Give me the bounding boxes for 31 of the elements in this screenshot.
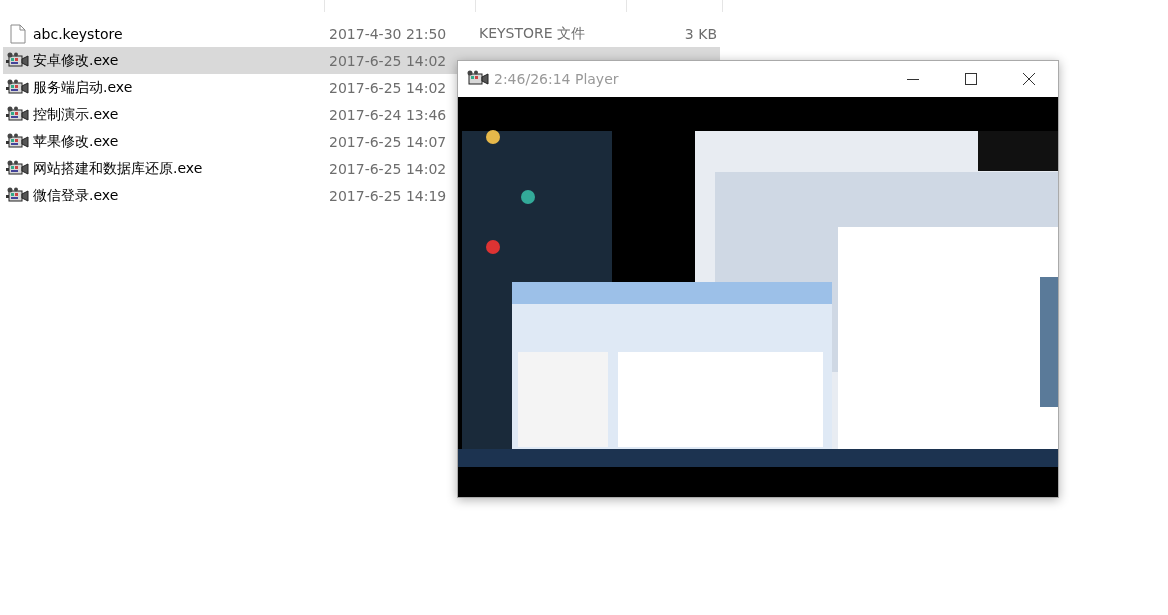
file-date: 2017-6-24 13:46 — [329, 106, 448, 123]
file-date: 2017-6-25 14:07 — [329, 133, 448, 150]
file-name: 安卓修改.exe — [33, 51, 119, 70]
video-camera-icon — [6, 78, 30, 97]
file-date: 2017-6-25 14:02 — [329, 79, 448, 96]
file-size: 3 KB — [683, 25, 717, 42]
file-name: 苹果修改.exe — [33, 132, 119, 151]
video-camera-icon — [6, 159, 30, 178]
video-camera-icon — [6, 51, 30, 70]
maximize-icon — [965, 73, 977, 85]
file-date: 2017-4-30 21:50 — [329, 25, 448, 42]
file-type: KEYSTORE 文件 — [479, 24, 587, 43]
file-date: 2017-6-25 14:19 — [329, 187, 448, 204]
file-name: 微信登录.exe — [33, 186, 119, 205]
file-row[interactable]: 控制演示.exe 2017-6-24 13:46 — [3, 101, 720, 128]
video-camera-icon — [466, 70, 490, 88]
file-row[interactable]: 网站搭建和数据库还原.exe 2017-6-25 14:02 — [3, 155, 720, 182]
file-name: 服务端启动.exe — [33, 78, 133, 97]
video-camera-icon — [6, 105, 30, 124]
file-date: 2017-6-25 14:02 — [329, 160, 448, 177]
file-name: 控制演示.exe — [33, 105, 119, 124]
video-camera-icon — [6, 132, 30, 151]
file-row[interactable]: 苹果修改.exe 2017-6-25 14:07 — [3, 128, 720, 155]
file-row[interactable]: abc.keystore 2017-4-30 21:50 KEYSTORE 文件 3 KB — [3, 20, 720, 47]
file-name: 网站搭建和数据库还原.exe — [33, 159, 203, 178]
file-row[interactable]: 微信登录.exe 2017-6-25 14:19 — [3, 182, 720, 209]
window-title: 2:46/26:14 Player — [494, 71, 619, 87]
file-name: abc.keystore — [33, 25, 123, 42]
file-date: 2017-6-25 14:02 — [329, 52, 448, 69]
close-icon — [1023, 73, 1035, 85]
video-camera-icon — [6, 186, 30, 205]
